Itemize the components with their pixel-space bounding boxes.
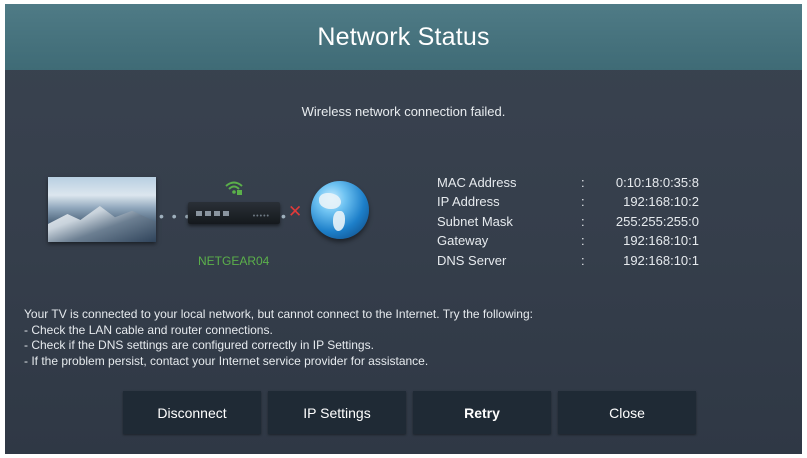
retry-button[interactable]: Retry — [413, 391, 551, 434]
connection-dots-icon: • — [281, 208, 288, 224]
disconnect-button[interactable]: Disconnect — [123, 391, 261, 434]
info-separator: : — [581, 233, 585, 249]
info-separator: : — [581, 213, 585, 229]
troubleshooting-instructions: Your TV is connected to your local netwo… — [24, 307, 784, 369]
instruction-line: - Check the LAN cable and router connect… — [24, 322, 273, 337]
globe-icon — [311, 181, 369, 239]
router-name: NETGEAR04 — [198, 254, 270, 268]
info-label: IP Address — [437, 194, 500, 210]
info-separator: : — [581, 175, 585, 190]
info-separator: : — [581, 194, 585, 210]
router-ports — [196, 211, 229, 216]
info-row-subnet: Subnet Mask : 255:255:255:0 — [437, 214, 699, 233]
info-value: 192:168:10:1 — [623, 252, 699, 268]
dialog-title: Network Status — [317, 22, 490, 51]
dialog-header: Network Status — [5, 4, 802, 70]
info-label: DNS Server — [437, 252, 507, 268]
status-message: Wireless network connection failed. — [301, 104, 506, 119]
connection-dots-icon: • • • — [159, 208, 192, 224]
info-label: Gateway — [437, 233, 489, 249]
ip-settings-button[interactable]: IP Settings — [268, 391, 406, 434]
info-label: Subnet Mask — [437, 213, 513, 229]
network-info-table: MAC Address : 0:10:18:0:35:8 IP Address … — [437, 175, 699, 272]
instruction-line: - Check if the DNS settings are configur… — [24, 338, 374, 352]
info-label: MAC Address — [437, 175, 517, 190]
info-value: 0:10:18:0:35:8 — [615, 175, 699, 190]
info-row-ip: IP Address : 192:168:10:2 — [437, 194, 699, 213]
info-value: 192:168:10:2 — [623, 194, 699, 210]
info-value: 255:255:255:0 — [615, 213, 699, 229]
router-leds: ••••• — [252, 213, 270, 220]
close-button[interactable]: Close — [558, 391, 696, 434]
info-separator: : — [581, 252, 585, 268]
tv-icon — [48, 177, 156, 242]
wifi-icon — [224, 180, 244, 201]
connection-failed-icon: ✕ — [288, 202, 303, 221]
tv-screen-image — [48, 206, 156, 242]
router-icon: ••••• — [188, 202, 280, 224]
info-row-mac: MAC Address : 0:10:18:0:35:8 — [437, 175, 699, 194]
info-row-gateway: Gateway : 192:168:10:1 — [437, 233, 699, 252]
info-row-dns: DNS Server : 192:168:10:1 — [437, 253, 699, 272]
instruction-line: - If the problem persist, contact your I… — [24, 353, 429, 368]
instruction-line: Your TV is connected to your local netwo… — [24, 307, 533, 321]
network-status-dialog: Network Status Wireless network connecti… — [5, 4, 802, 454]
info-value: 192:168:10:1 — [623, 233, 699, 249]
